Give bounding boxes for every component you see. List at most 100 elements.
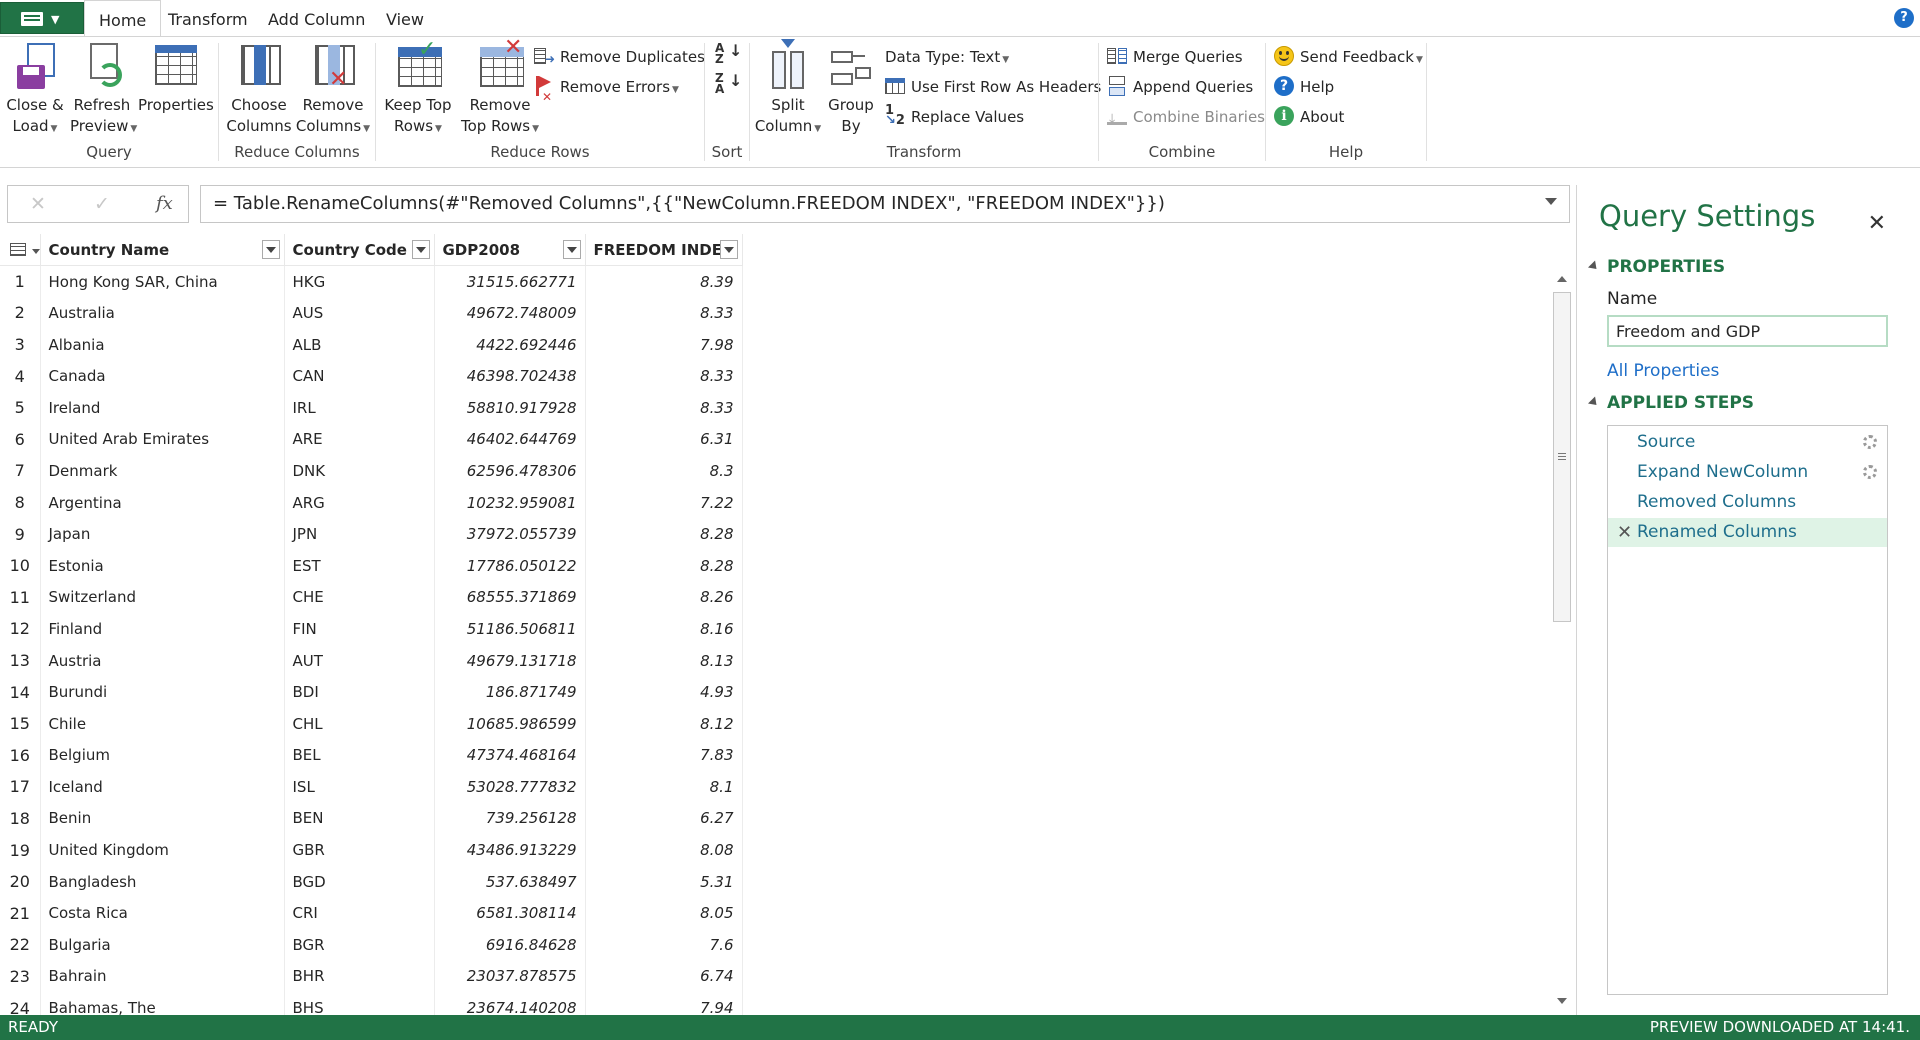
table-cell[interactable]: Argentina bbox=[40, 486, 285, 519]
remove-top-rows-button[interactable]: ✕ Remove Top Rows ▼ bbox=[458, 37, 542, 140]
append-queries-button[interactable]: Append Queries bbox=[1107, 74, 1253, 100]
tab-view[interactable]: View bbox=[372, 0, 438, 37]
table-cell[interactable]: 49679.131718 bbox=[434, 644, 586, 677]
properties-button[interactable]: Properties bbox=[138, 41, 214, 116]
refresh-preview-button[interactable]: Refresh Preview ▼ bbox=[70, 41, 137, 140]
table-cell[interactable]: 537.638497 bbox=[434, 865, 586, 898]
table-cell[interactable]: 6916.84628 bbox=[434, 929, 586, 961]
close-icon[interactable]: ✕ bbox=[1868, 211, 1886, 236]
table-row[interactable]: 6 United Arab Emirates ARE 46402.644769 6.31 bbox=[0, 423, 743, 456]
table-row[interactable]: 9 Japan JPN 37972.055739 8.28 bbox=[0, 518, 743, 550]
table-row[interactable]: 2 Australia AUS 49672.748009 8.33 bbox=[0, 297, 743, 329]
table-cell[interactable]: Austria bbox=[40, 644, 285, 677]
column-header-freedom-index[interactable]: FREEDOM INDEX bbox=[585, 234, 743, 267]
delete-step-icon[interactable]: ✕ bbox=[1617, 518, 1632, 547]
table-row[interactable]: 20 Bangladesh BGD 537.638497 5.31 bbox=[0, 865, 743, 898]
table-cell[interactable]: Iceland bbox=[40, 771, 285, 803]
table-cell[interactable]: ISL bbox=[284, 771, 435, 803]
table-cell[interactable]: Japan bbox=[40, 518, 285, 550]
table-row[interactable]: 22 Bulgaria BGR 6916.84628 7.6 bbox=[0, 929, 743, 961]
table-row[interactable]: 5 Ireland IRL 58810.917928 8.33 bbox=[0, 391, 743, 424]
step-source[interactable]: Source bbox=[1608, 428, 1887, 457]
table-cell[interactable]: 47374.468164 bbox=[434, 739, 586, 772]
table-cell[interactable]: Benin bbox=[40, 802, 285, 835]
table-cell[interactable]: JPN bbox=[284, 518, 435, 550]
properties-heading[interactable]: PROPERTIES bbox=[1587, 257, 1725, 277]
table-cell[interactable]: 8.16 bbox=[585, 613, 743, 645]
table-row[interactable]: 19 United Kingdom GBR 43486.913229 8.08 bbox=[0, 834, 743, 866]
column-header-country-name[interactable]: Country Name bbox=[40, 234, 285, 267]
table-cell[interactable]: BEN bbox=[284, 802, 435, 835]
table-cell[interactable]: CHL bbox=[284, 707, 435, 740]
table-cell[interactable]: 5.31 bbox=[585, 865, 743, 898]
table-cell[interactable]: 10685.986599 bbox=[434, 707, 586, 740]
table-row[interactable]: 7 Denmark DNK 62596.478306 8.3 bbox=[0, 455, 743, 487]
fx-icon[interactable]: fx bbox=[156, 193, 173, 214]
table-cell[interactable]: BEL bbox=[284, 739, 435, 772]
query-name-input[interactable] bbox=[1607, 315, 1888, 347]
step-renamed-columns[interactable]: ✕ Renamed Columns bbox=[1608, 518, 1887, 547]
table-cell[interactable]: 8.12 bbox=[585, 707, 743, 740]
table-row[interactable]: 23 Bahrain BHR 23037.878575 6.74 bbox=[0, 960, 743, 993]
table-cell[interactable]: AUT bbox=[284, 644, 435, 677]
table-cell[interactable]: 46398.702438 bbox=[434, 360, 586, 392]
table-cell[interactable]: 7.6 bbox=[585, 929, 743, 961]
table-cell[interactable]: 4422.692446 bbox=[434, 328, 586, 361]
table-cell[interactable]: 8.1 bbox=[585, 771, 743, 803]
table-cell[interactable]: BGD bbox=[284, 865, 435, 898]
table-cell[interactable]: 6.74 bbox=[585, 960, 743, 993]
help-button[interactable]: ? Help bbox=[1274, 74, 1334, 100]
step-removed-columns[interactable]: Removed Columns bbox=[1608, 488, 1887, 517]
about-button[interactable]: i About bbox=[1274, 104, 1344, 130]
table-cell[interactable]: CRI bbox=[284, 897, 435, 930]
table-cell[interactable]: Canada bbox=[40, 360, 285, 392]
table-cell[interactable]: Ireland bbox=[40, 391, 285, 424]
filter-dropdown-icon[interactable] bbox=[261, 240, 280, 259]
table-cell[interactable]: FIN bbox=[284, 613, 435, 645]
table-row[interactable]: 18 Benin BEN 739.256128 6.27 bbox=[0, 802, 743, 835]
table-cell[interactable]: 739.256128 bbox=[434, 802, 586, 835]
cancel-formula-icon[interactable]: ✕ bbox=[30, 193, 46, 215]
table-cell[interactable]: ARG bbox=[284, 486, 435, 519]
table-row[interactable]: 17 Iceland ISL 53028.777832 8.1 bbox=[0, 771, 743, 803]
remove-errors-button[interactable]: ✕ Remove Errors ▼ bbox=[534, 74, 679, 104]
table-cell[interactable]: 8.3 bbox=[585, 455, 743, 487]
data-type-dropdown[interactable]: Data Type: Text ▼ bbox=[885, 44, 1009, 70]
table-cell[interactable]: ARE bbox=[284, 423, 435, 456]
choose-columns-button[interactable]: Choose Columns bbox=[225, 41, 293, 137]
table-cell[interactable]: 6.31 bbox=[585, 423, 743, 456]
table-cell[interactable]: Switzerland bbox=[40, 581, 285, 614]
table-cell[interactable]: Denmark bbox=[40, 455, 285, 487]
scroll-down-icon[interactable] bbox=[1557, 998, 1567, 1004]
table-cell[interactable]: 8.28 bbox=[585, 549, 743, 582]
expand-formula-icon[interactable] bbox=[1543, 195, 1559, 211]
table-cell[interactable]: 43486.913229 bbox=[434, 834, 586, 866]
table-row[interactable]: 21 Costa Rica CRI 6581.308114 8.05 bbox=[0, 897, 743, 930]
confirm-formula-icon[interactable]: ✓ bbox=[94, 193, 110, 215]
replace-values-button[interactable]: 1 ↘2 Replace Values bbox=[885, 104, 1024, 130]
table-cell[interactable]: Costa Rica bbox=[40, 897, 285, 930]
table-cell[interactable]: IRL bbox=[284, 391, 435, 424]
table-cell[interactable]: 8.05 bbox=[585, 897, 743, 930]
table-row[interactable]: 13 Austria AUT 49679.131718 8.13 bbox=[0, 644, 743, 677]
table-row[interactable]: 10 Estonia EST 17786.050122 8.28 bbox=[0, 549, 743, 582]
filter-dropdown-icon[interactable] bbox=[719, 240, 738, 259]
table-cell[interactable]: Bahrain bbox=[40, 960, 285, 993]
table-cell[interactable]: 8.33 bbox=[585, 391, 743, 424]
table-row[interactable]: 14 Burundi BDI 186.871749 4.93 bbox=[0, 676, 743, 708]
table-cell[interactable]: Estonia bbox=[40, 549, 285, 582]
table-cell[interactable]: 51186.506811 bbox=[434, 613, 586, 645]
help-icon[interactable]: ? bbox=[1894, 8, 1914, 28]
tab-add-column[interactable]: Add Column bbox=[254, 0, 379, 37]
sort-descending-icon[interactable]: Z A ↓ bbox=[715, 72, 742, 99]
table-cell[interactable]: 46402.644769 bbox=[434, 423, 586, 456]
table-row[interactable]: 15 Chile CHL 10685.986599 8.12 bbox=[0, 707, 743, 740]
table-cell[interactable]: HKG bbox=[284, 265, 435, 298]
table-cell[interactable]: BHR bbox=[284, 960, 435, 993]
table-cell[interactable]: Chile bbox=[40, 707, 285, 740]
keep-top-rows-button[interactable]: ✓ Keep Top Rows ▼ bbox=[380, 39, 456, 140]
table-cell[interactable]: 37972.055739 bbox=[434, 518, 586, 550]
table-cell[interactable]: 7.22 bbox=[585, 486, 743, 519]
table-cell[interactable]: 8.26 bbox=[585, 581, 743, 614]
table-row[interactable]: 8 Argentina ARG 10232.959081 7.22 bbox=[0, 486, 743, 519]
